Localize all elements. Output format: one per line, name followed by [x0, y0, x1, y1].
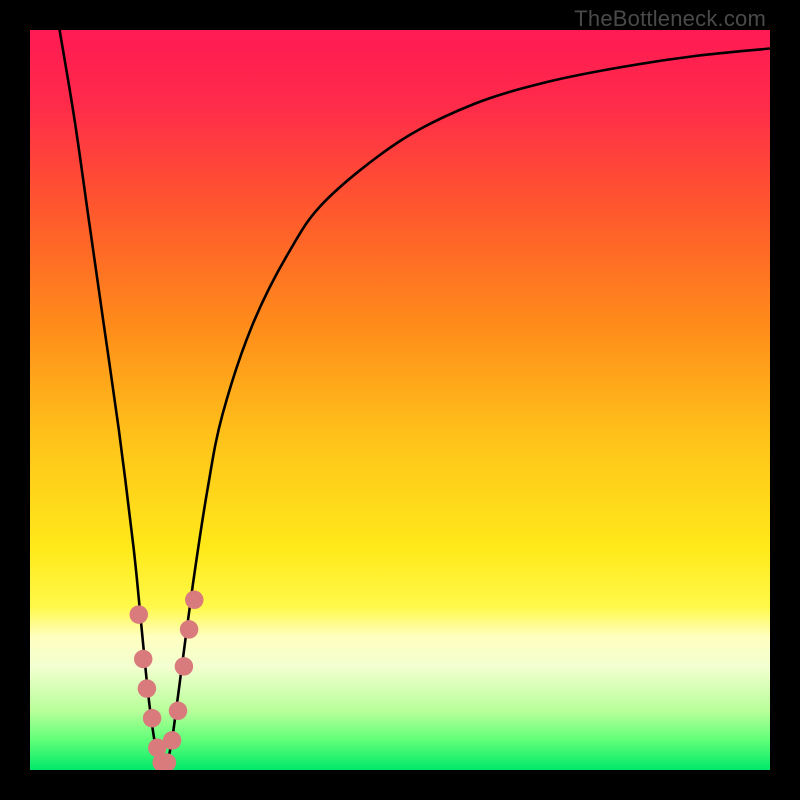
- marker-dot: [175, 657, 194, 676]
- marker-dot: [134, 650, 153, 669]
- marker-dot: [169, 702, 188, 721]
- curve-markers: [130, 591, 204, 770]
- plot-area: [30, 30, 770, 770]
- marker-dot: [163, 731, 182, 750]
- watermark-text: TheBottleneck.com: [574, 6, 766, 32]
- marker-dot: [138, 679, 157, 698]
- curve-layer: [30, 30, 770, 770]
- chart-frame: TheBottleneck.com: [0, 0, 800, 800]
- marker-dot: [180, 620, 199, 639]
- marker-dot: [185, 591, 204, 610]
- marker-dot: [130, 605, 149, 624]
- bottleneck-curve: [60, 30, 770, 770]
- marker-dot: [143, 709, 162, 728]
